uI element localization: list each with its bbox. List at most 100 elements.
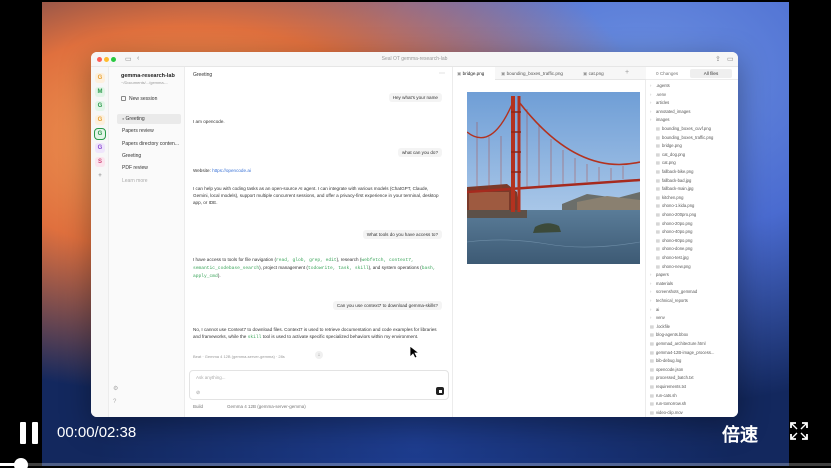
file-item[interactable]: ▤ ohono-40po.png [656, 228, 693, 236]
file-item[interactable]: ▤ ohono-60po.png [656, 237, 693, 245]
file-item[interactable]: ▤ kitchen.png [656, 194, 683, 202]
file-item[interactable]: ▤ run-cats.sh [650, 392, 677, 400]
title-bar: ▭ ‹ Seal OT gemma-research-lab ⇪ ▭ [91, 52, 738, 67]
folder-item[interactable]: › technical_reports [650, 297, 688, 305]
file-item[interactable]: ▤ requirements.txt [650, 383, 686, 391]
file-item[interactable]: ▤ bounding_boxes_traffic.png [656, 134, 713, 142]
project-avatar[interactable]: M [95, 87, 105, 97]
pause-button[interactable] [20, 422, 40, 444]
project-avatar[interactable]: G [95, 101, 105, 111]
file-item[interactable]: ▤ bridge.png [656, 142, 682, 150]
file-item[interactable]: ▤ run-tomorrow.sh [650, 400, 686, 408]
file-name: ohono-test.jpg [662, 255, 689, 260]
file-item[interactable]: ▤ cat.png [656, 159, 676, 167]
project-avatar[interactable]: G [95, 143, 105, 153]
help-icon[interactable]: ? [113, 399, 116, 405]
file-item[interactable]: ▤ ohono-1.kida.png [656, 202, 694, 210]
project-avatar[interactable]: G [94, 128, 106, 140]
scroll-down-icon[interactable]: ↓ [315, 351, 323, 359]
session-item[interactable]: Papers directory conten... [117, 139, 181, 149]
file-item[interactable]: ▤ bounding_boxes_cuvf.png [656, 125, 711, 133]
progress-bar[interactable] [0, 463, 831, 466]
file-item[interactable]: ▤ opencode.json [650, 366, 683, 374]
folder-item[interactable]: › materials [650, 280, 673, 288]
file-item[interactable]: ▤ ohono-done.png [656, 245, 693, 253]
file-name: ohono-1.kida.png [662, 203, 695, 209]
viewer-tab[interactable]: ▣ cat.png [579, 67, 623, 80]
file-name: .agents [656, 83, 670, 88]
viewer-tab[interactable]: ▣ bounding_boxes_traffic.png [497, 67, 577, 80]
viewer-tab[interactable]: ▣ bridge.png [453, 67, 495, 80]
changes-tab[interactable]: 0 Changes [656, 71, 678, 76]
file-name: run-tomorrow.sh [656, 401, 687, 407]
progress-handle[interactable] [14, 458, 28, 468]
file-viewer: + ▣ bridge.png ▣ bounding_boxes_traffic.p… [453, 67, 646, 417]
mode-selector[interactable]: Build [193, 404, 203, 409]
session-item[interactable]: PDF review [117, 163, 181, 173]
project-avatar[interactable]: S [95, 157, 105, 167]
response-meta: Beat · Gemma 4 12B (gemma-server-gemma) … [193, 354, 285, 359]
file-name: requirements.txt [656, 384, 687, 389]
folder-item[interactable]: › screenshots_gemmad [650, 288, 697, 296]
file-item[interactable]: ▤ bib-debug.log [650, 357, 681, 365]
settings-icon[interactable]: ⚙ [113, 385, 118, 392]
file-item[interactable]: ▤ processed_batch.txt [650, 374, 693, 382]
folder-item[interactable]: › venv [650, 314, 665, 322]
session-item[interactable]: Papers review [117, 126, 181, 136]
file-item[interactable]: ▤ ohono-test.jpg [656, 254, 689, 262]
all-files-tab[interactable]: All files [690, 69, 732, 78]
file-item[interactable]: ▤ fallback-bike.png [656, 168, 693, 176]
file-name: ohono-new.png [662, 263, 691, 269]
folder-item[interactable]: › articles [650, 99, 669, 107]
model-selector[interactable]: Gemma 4 12B (gemma-server-gemma) [227, 404, 306, 409]
video-player[interactable]: ▭ ‹ Seal OT gemma-research-lab ⇪ ▭ GMGGG… [0, 0, 831, 468]
project-rail: G M G G G G S + [91, 67, 109, 417]
video-frame[interactable]: ▭ ‹ Seal OT gemma-research-lab ⇪ ▭ GMGGG… [42, 2, 789, 466]
session-item[interactable]: ● Greeting [117, 114, 181, 124]
folder-item[interactable]: › ai [650, 306, 659, 314]
file-item[interactable]: ▤ ohono-new.png [656, 263, 691, 271]
file-name: articles [656, 100, 670, 106]
new-session-icon [121, 96, 126, 101]
attach-icon[interactable]: ⊘ [196, 390, 200, 396]
session-label: Greeting [125, 116, 145, 122]
add-tab-icon[interactable]: + [625, 69, 629, 76]
file-name: opencode.json [656, 366, 684, 372]
session-item[interactable]: Greeting [117, 151, 181, 161]
viewer-tab-label: bridge.png [462, 71, 485, 76]
file-item[interactable]: ▤ ohono-20po.png [656, 220, 693, 228]
chat-panel: Greeting ⋯ Hey what's your name I am ope… [185, 67, 453, 417]
file-item[interactable]: ▤ cat_dog.png [656, 151, 685, 159]
viewer-tab-label: bounding_boxes_traffic.png [506, 71, 563, 76]
speed-button[interactable]: 倍速 [722, 421, 758, 447]
folder-item[interactable]: › .agents [650, 82, 670, 90]
file-name: fallback-bad.jpg [662, 177, 692, 183]
website-link[interactable]: https://opencode.ai [212, 168, 251, 173]
fullscreen-icon[interactable] [789, 421, 809, 441]
prompt-input[interactable]: Ask anything... ⊘ [189, 370, 449, 400]
folder-item[interactable]: › papers [650, 271, 669, 279]
file-name: fallback-bike.png [662, 169, 694, 174]
file-item[interactable]: ▤ gemma4-12B-image_process... [650, 349, 714, 357]
add-project-button[interactable]: + [95, 171, 105, 181]
file-item[interactable]: ▤ fallback-main.jpg [656, 185, 693, 193]
project-avatar[interactable]: G [95, 73, 105, 83]
window-title: Seal OT gemma-research-lab [381, 56, 448, 62]
send-button[interactable] [436, 387, 444, 395]
share-icon[interactable]: ⇪ [715, 55, 721, 63]
session-item[interactable]: Learn more [117, 176, 181, 186]
folder-item[interactable]: › .venv [650, 91, 666, 99]
project-avatar[interactable]: G [95, 115, 105, 125]
file-item[interactable]: ▤ .lockfile [650, 323, 670, 331]
file-name: ohono-60po.png [662, 237, 693, 243]
more-icon[interactable]: ⋯ [439, 70, 445, 77]
chat-title: Greeting [193, 72, 213, 78]
folder-item[interactable]: › annotated_images [650, 108, 690, 116]
file-item[interactable]: ▤ ohono-200pro.png [656, 211, 696, 219]
file-item[interactable]: ▤ gemmad_architecture.html [650, 340, 706, 348]
new-session-button[interactable]: New session [129, 96, 157, 102]
file-item[interactable]: ▤ blog-agents.bbox [650, 331, 688, 339]
file-item[interactable]: ▤ fallback-bad.jpg [656, 177, 691, 185]
panel-icon[interactable]: ▭ [727, 55, 734, 63]
folder-item[interactable]: › images [650, 116, 670, 124]
